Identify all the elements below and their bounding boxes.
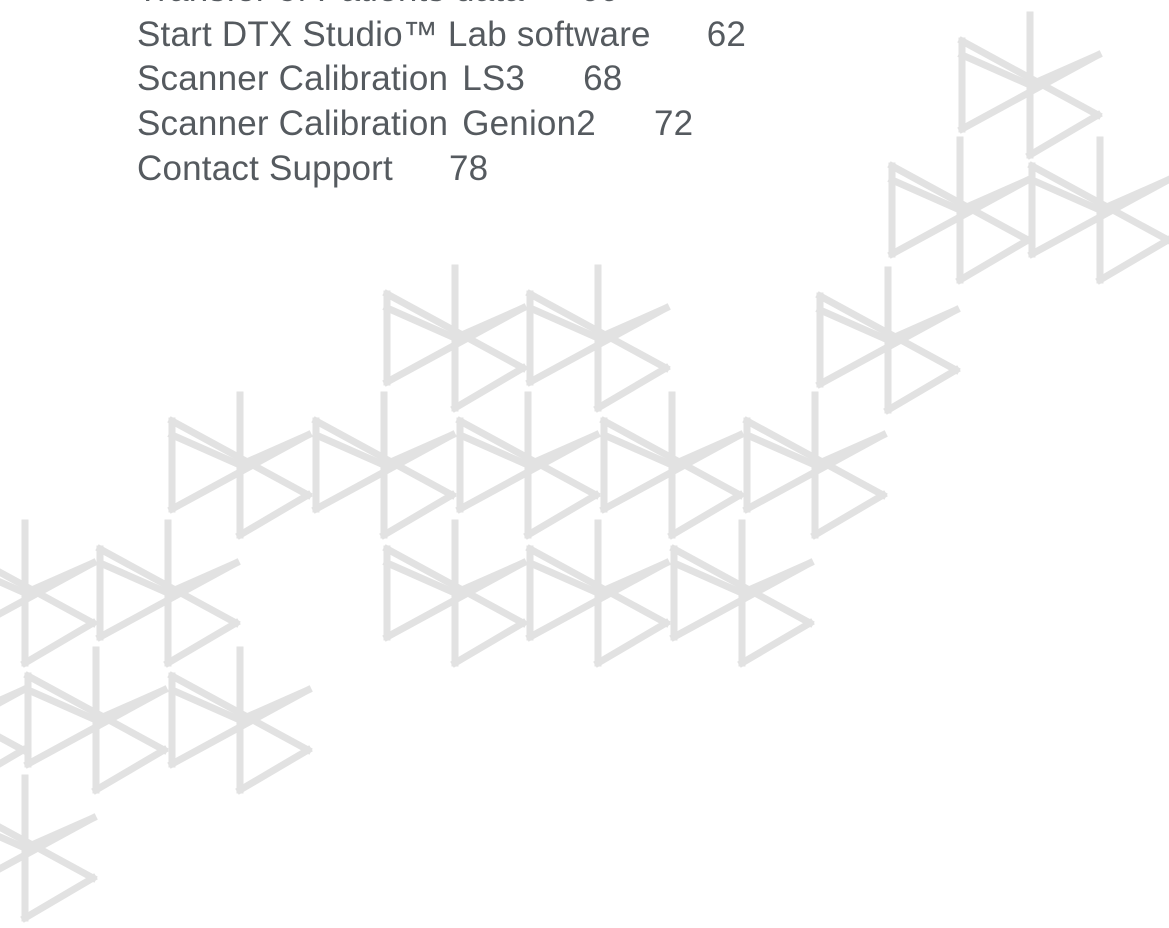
toc-entry-page: 68 xyxy=(583,59,623,99)
toc-entry-page: 78 xyxy=(448,148,489,188)
toc-entry-title: Scanner Calibration xyxy=(137,59,449,99)
toc-entry-start-software[interactable]: Start DTX Studio™ Lab software 62 xyxy=(137,13,746,58)
toc-entry-page: 60 xyxy=(580,0,619,13)
toc-entry-contact-support[interactable]: Contact Support 78 xyxy=(137,147,746,192)
toc-entry-title: Scanner Calibration xyxy=(137,104,449,144)
toc-entry-transfer-patients[interactable]: Transfer of Patients data 60 xyxy=(137,0,746,13)
table-of-contents: Transfer of Patients data 60 Start DTX St… xyxy=(137,0,746,191)
toc-entry-title: Contact Support xyxy=(137,148,393,188)
toc-entry-title: Transfer of Patients data xyxy=(137,0,524,13)
toc-entry-page: 62 xyxy=(706,14,747,54)
toc-entry-subtitle: LS3 xyxy=(462,59,526,99)
toc-entry-calibration-genion2[interactable]: Scanner Calibration Genion2 72 xyxy=(137,102,746,147)
toc-entry-subtitle: Genion2 xyxy=(462,104,596,144)
toc-entry-title: Start DTX Studio™ Lab software xyxy=(137,14,651,54)
toc-entry-page: 72 xyxy=(653,104,694,144)
toc-entry-calibration-ls3[interactable]: Scanner Calibration LS3 68 xyxy=(137,57,746,102)
